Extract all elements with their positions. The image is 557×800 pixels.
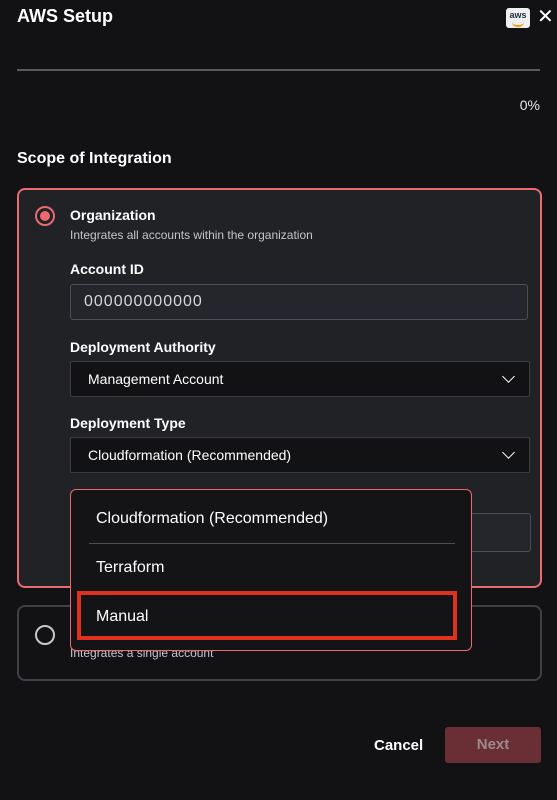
obscured-input[interactable] — [470, 513, 531, 552]
dropdown-option-manual[interactable]: Manual — [96, 608, 148, 626]
aws-logo-text: aws — [509, 10, 527, 20]
aws-smile-icon — [512, 22, 524, 27]
chevron-down-icon — [502, 370, 515, 383]
organization-option-title: Organization — [70, 207, 156, 223]
aws-logo: aws — [506, 8, 530, 28]
deployment-type-dropdown: Cloudformation (Recommended) Terraform M… — [70, 489, 472, 651]
organization-option-description: Integrates all accounts within the organ… — [70, 228, 313, 242]
deployment-type-label: Deployment Type — [70, 415, 186, 431]
dropdown-option-cloudformation[interactable]: Cloudformation (Recommended) — [96, 510, 328, 528]
single-account-radio[interactable] — [35, 625, 55, 645]
section-title: Scope of Integration — [17, 150, 172, 167]
deployment-type-value: Cloudformation (Recommended) — [88, 447, 292, 463]
deployment-authority-value: Management Account — [88, 371, 224, 387]
progress-bar — [17, 69, 540, 71]
cancel-button[interactable]: Cancel — [374, 737, 423, 754]
deployment-authority-select[interactable]: Management Account — [70, 361, 530, 397]
deployment-type-select[interactable]: Cloudformation (Recommended) — [70, 437, 530, 473]
account-id-input[interactable]: 000000000000 — [70, 284, 528, 320]
progress-label: 0% — [519, 97, 540, 113]
deployment-authority-label: Deployment Authority — [70, 339, 216, 355]
dropdown-option-terraform[interactable]: Terraform — [96, 559, 164, 577]
next-button[interactable]: Next — [445, 727, 541, 763]
close-icon[interactable]: ✕ — [537, 7, 554, 27]
dropdown-divider — [89, 543, 455, 544]
account-id-label: Account ID — [70, 261, 144, 277]
radio-dot-icon — [40, 211, 50, 221]
organization-radio[interactable] — [35, 206, 55, 226]
chevron-down-icon — [502, 446, 515, 459]
dialog-title: AWS Setup — [17, 6, 114, 26]
